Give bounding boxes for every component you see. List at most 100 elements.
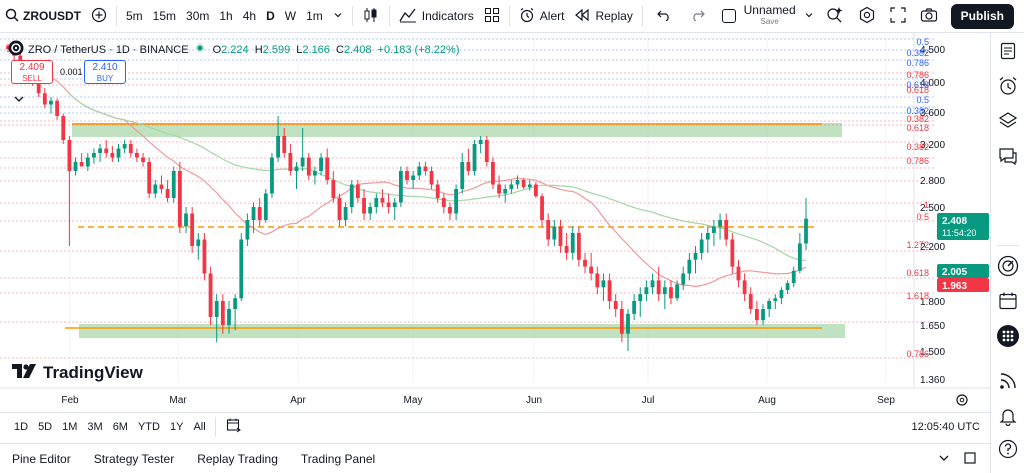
range-all[interactable]: All (188, 421, 210, 433)
candle-body (380, 198, 385, 203)
fib-level-label: 0.382 (906, 48, 929, 58)
plus-circle-icon (91, 7, 107, 26)
collapse-legend-button[interactable] (13, 91, 25, 109)
utc-clock[interactable]: 12:05:40 UTC (912, 421, 980, 433)
candle-body (767, 301, 772, 309)
chart-pane[interactable]: 4.500 4.000 3.600 3.200 2.800 2.500 2.200 1.800… (0, 33, 990, 410)
candle-body (491, 162, 495, 185)
notifications-button[interactable] (998, 408, 1018, 428)
snapshot-button[interactable] (913, 0, 945, 33)
range-ytd[interactable]: YTD (133, 421, 165, 433)
technicals-button[interactable] (997, 255, 1019, 278)
candle-body (785, 283, 790, 290)
fullscreen-button[interactable] (883, 0, 913, 33)
market-status-icon[interactable] (195, 43, 205, 56)
range-3m[interactable]: 3M (82, 421, 107, 433)
timeframe-d[interactable]: D (261, 0, 280, 33)
tab-pine-editor[interactable]: Pine Editor (6, 452, 82, 466)
chart-type-button[interactable] (357, 0, 385, 33)
timeframe-30m[interactable]: 30m (181, 0, 214, 33)
help-button[interactable] (998, 439, 1018, 461)
price-tick-label: 1.650 (920, 321, 945, 332)
layout-checkbox[interactable] (721, 9, 736, 23)
candle-body (251, 207, 256, 220)
timeframe-dropdown[interactable] (328, 0, 348, 33)
indicators-icon (399, 7, 417, 26)
products-button[interactable] (997, 324, 1019, 348)
object-tree-button[interactable] (998, 111, 1018, 133)
collapse-panel-button[interactable] (938, 452, 950, 467)
symbol-logo-icon (8, 40, 24, 59)
ma-fast-line (26, 60, 807, 288)
tab-replay-trading[interactable]: Replay Trading (191, 452, 289, 466)
timeframe-5m[interactable]: 5m (121, 0, 148, 33)
buy-button[interactable]: 2.410 BUY (84, 60, 126, 84)
tab-strategy-tester[interactable]: Strategy Tester (88, 452, 185, 466)
candle-body (705, 233, 710, 240)
indicators-button[interactable]: Indicators (394, 0, 479, 33)
support-zone (79, 324, 845, 338)
fib-level-label: 0.618 (906, 268, 929, 278)
candle-body (98, 148, 102, 153)
undo-button[interactable] (647, 0, 681, 33)
range-1d[interactable]: 1D (9, 421, 33, 433)
candle-body (349, 184, 354, 207)
candle-body (288, 153, 293, 171)
settings-button[interactable] (851, 0, 883, 33)
candle-body (61, 116, 66, 140)
fib-level-label: 0.382 (906, 142, 929, 152)
axis-settings-icon[interactable] (956, 394, 968, 406)
quick-search-button[interactable] (819, 0, 851, 33)
layouts-button[interactable] (479, 0, 505, 33)
sidebar-divider (997, 245, 1019, 246)
candle-body (509, 184, 514, 189)
fib-level-label: 0.786 (906, 58, 929, 68)
fib-lines (0, 38, 935, 359)
timeframe-15m[interactable]: 15m (148, 0, 181, 33)
price-badge-value: 2.408 (942, 216, 967, 227)
range-5d[interactable]: 5D (33, 421, 57, 433)
time-tick-label: Jun (526, 395, 542, 406)
candle-body (779, 290, 784, 299)
candle-body (576, 233, 581, 260)
sell-button[interactable]: 2.409 SELL (11, 60, 53, 84)
redo-button[interactable] (681, 0, 715, 33)
alerts-panel-button[interactable] (998, 76, 1018, 98)
alert-button[interactable]: Alert (514, 0, 570, 33)
chats-button[interactable] (998, 147, 1018, 168)
publish-button[interactable]: Publish (950, 3, 1014, 29)
range-6m[interactable]: 6M (108, 421, 133, 433)
candle-body (220, 301, 225, 325)
watchlist-button[interactable] (998, 42, 1018, 63)
timeframe-w[interactable]: W (280, 0, 301, 33)
timeframe-1m[interactable]: 1m (301, 0, 328, 33)
candle-body (184, 213, 188, 227)
goto-date-button[interactable] (220, 417, 248, 436)
time-axis: Feb Mar Apr May Jun Jul Aug Sep (0, 33, 990, 406)
layout-save-button[interactable]: Unnamed Save (717, 0, 819, 33)
candle-body (435, 184, 440, 198)
price-chart[interactable]: 4.5004.0003.6003.2002.8002.5002.2001.800… (0, 33, 990, 410)
legend-open-label: O (212, 43, 222, 56)
chevron-down-icon (333, 9, 343, 23)
tradingview-logo[interactable]: TradingView (12, 363, 143, 383)
candle-body (392, 202, 397, 207)
candle-body (398, 171, 403, 203)
candle-body (257, 207, 262, 220)
price-badge-value: 2.005 (942, 267, 967, 278)
calendar-button[interactable] (998, 292, 1018, 313)
replay-button[interactable]: Replay (569, 0, 637, 33)
maximize-panel-button[interactable] (964, 452, 976, 467)
compare-symbol-button[interactable] (86, 0, 112, 33)
candle-body (110, 153, 115, 158)
legend-pair[interactable]: ZRO / TetherUS · 1D · BINANCE (28, 44, 189, 56)
fib-level-label: 1 (924, 200, 929, 210)
stream-button[interactable] (998, 372, 1018, 393)
bottom-panel-bar: Pine Editor Strategy Tester Replay Tradi… (0, 443, 990, 473)
range-1m[interactable]: 1M (57, 421, 82, 433)
tab-trading-panel[interactable]: Trading Panel (295, 452, 386, 466)
symbol-search[interactable]: ZROUSDT (0, 0, 86, 33)
timeframe-4h[interactable]: 4h (238, 0, 261, 33)
range-1y[interactable]: 1Y (165, 421, 188, 433)
timeframe-1h[interactable]: 1h (214, 0, 237, 33)
